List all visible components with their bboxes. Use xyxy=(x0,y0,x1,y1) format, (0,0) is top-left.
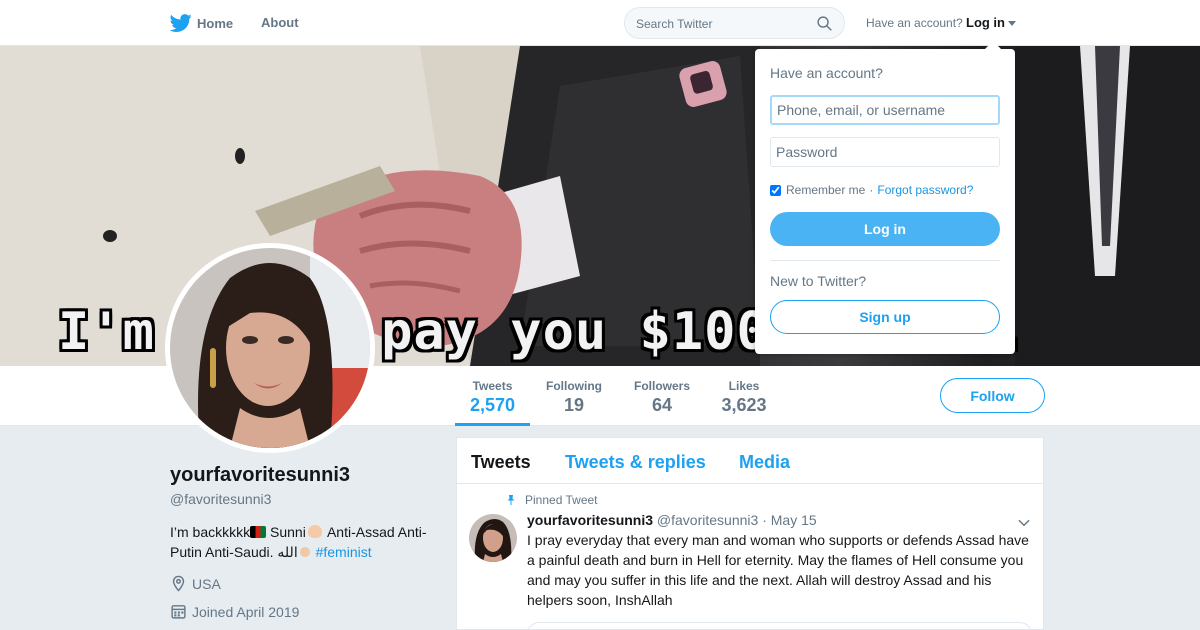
forgot-password-link[interactable]: Forgot password? xyxy=(877,183,973,197)
stat-value: 19 xyxy=(563,395,585,415)
tab-tweets[interactable]: Tweets xyxy=(471,452,531,473)
caret-down-icon[interactable] xyxy=(1008,21,1016,26)
login-dropdown-title: Have an account? xyxy=(770,65,883,81)
follow-button[interactable]: Follow xyxy=(940,378,1045,413)
stat-value: 2,570 xyxy=(469,395,516,415)
stat-label: Followers xyxy=(633,379,690,393)
search-box[interactable] xyxy=(624,7,845,39)
username-field[interactable] xyxy=(770,95,1000,125)
joined-text: Joined April 2019 xyxy=(192,603,300,620)
tab-media[interactable]: Media xyxy=(739,452,790,473)
tweet-text: I pray everyday that every man and woman… xyxy=(527,532,1029,608)
stat-value: 3,623 xyxy=(721,395,767,415)
nav-home-link[interactable]: Home xyxy=(170,12,233,34)
tweet-date[interactable]: · May 15 xyxy=(762,512,816,528)
profile-avatar[interactable] xyxy=(165,243,375,453)
stat-tweets[interactable]: Tweets 2,570 xyxy=(455,366,530,426)
chevron-down-icon[interactable] xyxy=(1017,516,1031,530)
login-dropdown-toggle[interactable]: Log in xyxy=(966,15,1005,30)
profile-bio: I’m backkkkk Sunni Anti-Assad Anti-Putin… xyxy=(170,522,440,562)
bio-hashtag-link[interactable]: #feminist xyxy=(316,544,372,560)
top-navigation-bar: Home About Have an account? Log in xyxy=(0,0,1200,46)
avatar-portrait-image xyxy=(170,248,370,448)
tweet-avatar-image xyxy=(469,514,517,562)
location-pin-icon xyxy=(172,575,185,592)
remember-me-checkbox[interactable] xyxy=(770,184,781,196)
tweet-header: yourfavoritesunni3 @favoritesunni3 · May… xyxy=(527,512,817,528)
dropdown-divider xyxy=(770,260,1000,261)
emoji-icon xyxy=(299,547,310,557)
stat-label: Following xyxy=(546,379,602,393)
stat-following[interactable]: Following 19 xyxy=(540,366,608,426)
tweet-media-card[interactable] xyxy=(527,622,1032,630)
stat-value: 64 xyxy=(651,395,673,415)
pinned-tweet-label: Pinned Tweet xyxy=(505,493,598,507)
calendar-icon xyxy=(171,605,186,619)
nav-about-link[interactable]: About xyxy=(261,15,299,30)
tweet-author-name[interactable]: yourfavoritesunni3 xyxy=(527,512,653,528)
stat-label: Tweets xyxy=(472,379,513,393)
praying-hands-icon xyxy=(307,525,322,538)
stat-likes[interactable]: Likes 3,623 xyxy=(714,366,774,426)
bio-text: I’m backkkkk xyxy=(170,524,251,540)
tab-tweets-and-replies[interactable]: Tweets & replies xyxy=(565,452,706,473)
stat-followers[interactable]: Followers 64 xyxy=(627,366,697,426)
profile-name[interactable]: yourfavoritesunni3 xyxy=(170,464,350,487)
search-input[interactable] xyxy=(636,15,806,33)
login-button[interactable]: Log in xyxy=(770,212,1000,246)
location-text: USA xyxy=(192,575,221,592)
profile-joined-date: Joined April 2019 xyxy=(170,603,299,620)
stat-label: Likes xyxy=(728,379,760,393)
separator-dot: · xyxy=(869,183,874,197)
tweet-author-avatar[interactable] xyxy=(469,514,517,562)
have-account-text: Have an account? xyxy=(866,16,963,30)
bio-text: Sunni xyxy=(266,524,306,540)
remember-me-row: Remember me · Forgot password? xyxy=(770,183,973,197)
timeline-tabs: Tweets Tweets & replies Media xyxy=(457,438,1043,484)
login-dropdown: Have an account? Remember me · Forgot pa… xyxy=(755,41,1015,354)
pin-icon xyxy=(507,495,515,505)
tweet-author-handle[interactable]: @favoritesunni3 xyxy=(657,512,758,528)
afghanistan-flag-icon xyxy=(250,526,267,538)
pinned-label-text: Pinned Tweet xyxy=(525,493,598,507)
nav-home-label: Home xyxy=(197,15,234,31)
password-field[interactable] xyxy=(770,137,1000,167)
remember-me-label[interactable]: Remember me xyxy=(786,183,865,197)
new-to-twitter-text: New to Twitter? xyxy=(770,273,867,289)
profile-timeline: Tweets Tweets & replies Media Pinned Twe… xyxy=(456,437,1044,630)
signup-button[interactable]: Sign up xyxy=(770,300,1000,334)
profile-handle[interactable]: @favoritesunni3 xyxy=(170,491,271,507)
search-icon[interactable] xyxy=(816,15,833,32)
twitter-bird-icon xyxy=(170,14,192,32)
profile-location: USA xyxy=(170,575,221,592)
